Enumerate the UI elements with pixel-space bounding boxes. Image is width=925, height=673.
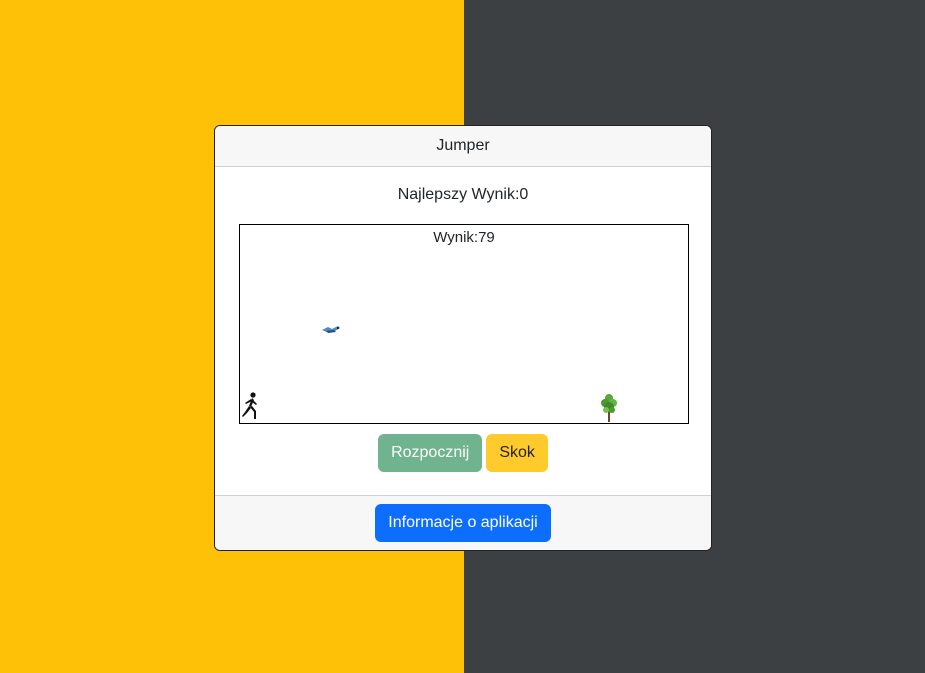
card-header: Jumper — [215, 126, 711, 167]
control-buttons: Rozpocznij Skok — [215, 434, 711, 472]
current-score: Wynik:79 — [433, 229, 495, 246]
jump-button[interactable]: Skok — [486, 434, 548, 472]
best-score: Najlepszy Wynik:0 — [397, 186, 529, 203]
card-title: Jumper — [436, 137, 490, 154]
game-canvas[interactable]: Wynik:79 — [239, 224, 689, 424]
card-footer: Informacje o aplikacji — [215, 495, 711, 550]
card-body: Najlepszy Wynik:0 Wynik:79 Rozpocznij Sk… — [215, 167, 711, 497]
game-card: Jumper Najlepszy Wynik:0 Wynik:79 Rozpoc… — [214, 125, 712, 551]
start-button[interactable]: Rozpocznij — [378, 434, 483, 472]
tree-icon — [601, 394, 617, 422]
app-info-button[interactable]: Informacje o aplikacji — [375, 504, 551, 542]
runner-icon — [242, 392, 257, 419]
bird-icon — [322, 326, 340, 333]
